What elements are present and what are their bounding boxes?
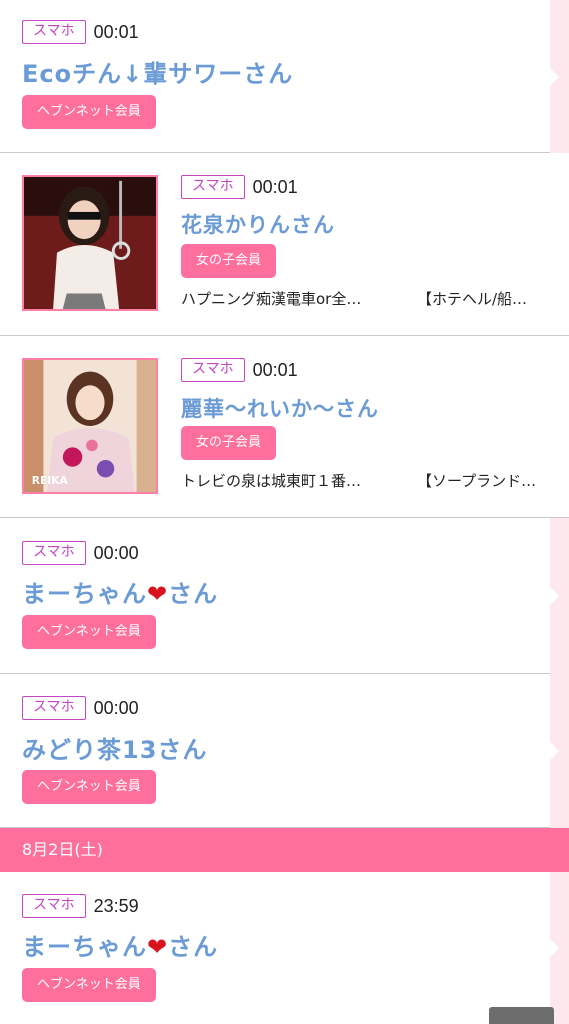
device-badge: スマホ xyxy=(22,20,86,44)
access-time: 00:01 xyxy=(93,21,139,42)
member-badge: ヘブンネット会員 xyxy=(22,968,156,1002)
access-time: 00:00 xyxy=(93,542,139,563)
list-item[interactable]: REIKA スマホ 00:01 麗華〜れいか〜さん 女の子会員 トレビの泉は城東… xyxy=(0,336,569,518)
heart-icon: ❤ xyxy=(147,933,169,961)
list-item[interactable]: スマホ 00:01 花泉かりんさん 女の子会員 ハプニング痴漢電車or全… 【ホ… xyxy=(0,153,569,336)
access-feed: スマホ 00:01 Ecoチん↓輩サワーさん ヘブンネット会員 スマホ 00:0… xyxy=(0,0,569,1024)
user-name-text: まーちゃん xyxy=(22,933,147,961)
side-strip xyxy=(550,674,569,828)
user-name-suffix: さん xyxy=(168,580,219,608)
pointer-icon xyxy=(550,587,559,605)
member-badge: 女の子会員 xyxy=(181,426,277,460)
side-strip xyxy=(550,0,569,153)
profile-description: トレビの泉は城東町１番… xyxy=(181,472,362,490)
member-badge: ヘブンネット会員 xyxy=(22,95,156,129)
device-badge: スマホ xyxy=(181,358,245,382)
profile-photo-image: REIKA xyxy=(24,360,156,492)
heart-icon: ❤ xyxy=(147,580,169,608)
pointer-icon xyxy=(550,742,559,760)
user-name-link[interactable]: Ecoチん↓輩サワーさん xyxy=(22,54,293,89)
access-time: 00:00 xyxy=(93,697,139,718)
user-name-link[interactable]: 麗華〜れいか〜さん xyxy=(181,393,379,423)
user-name-text: まーちゃん xyxy=(22,580,147,608)
profile-description: ハプニング痴漢電車or全… xyxy=(181,290,362,308)
member-badge: ヘブンネット会員 xyxy=(22,770,156,804)
profile-photo[interactable] xyxy=(22,175,158,311)
profile-photo[interactable]: REIKA xyxy=(22,358,158,494)
shop-category: 【ホテヘル/船… xyxy=(417,290,528,308)
side-strip xyxy=(550,518,569,674)
access-time: 00:01 xyxy=(252,359,298,380)
list-item[interactable]: スマホ 00:00 みどり茶13さん ヘブンネット会員 xyxy=(0,674,550,828)
user-name-link[interactable]: まーちゃん❤さん xyxy=(22,574,218,609)
thumb-caption: REIKA xyxy=(32,474,69,487)
user-name-link[interactable]: まーちゃん❤さん xyxy=(22,927,218,962)
scroll-top-button[interactable] xyxy=(489,1007,554,1024)
list-item[interactable]: スマホ 23:59 まーちゃん❤さん ヘブンネット会員 xyxy=(0,872,550,1024)
pointer-icon xyxy=(550,939,559,957)
date-header: 8月2日(土) xyxy=(0,828,569,872)
list-item[interactable]: スマホ 00:00 まーちゃん❤さん ヘブンネット会員 xyxy=(0,518,550,674)
user-name-link[interactable]: 花泉かりんさん xyxy=(181,209,335,239)
member-badge: ヘブンネット会員 xyxy=(22,615,156,649)
profile-photo-image xyxy=(24,177,156,309)
access-time: 23:59 xyxy=(93,895,139,916)
pointer-icon xyxy=(550,67,559,86)
member-badge: 女の子会員 xyxy=(181,244,277,278)
user-name-link[interactable]: みどり茶13さん xyxy=(22,730,207,765)
device-badge: スマホ xyxy=(22,696,86,720)
shop-category: 【ソープランド… xyxy=(417,472,537,490)
device-badge: スマホ xyxy=(22,894,86,918)
access-time: 00:01 xyxy=(252,176,298,197)
device-badge: スマホ xyxy=(22,541,86,565)
list-item[interactable]: スマホ 00:01 Ecoチん↓輩サワーさん ヘブンネット会員 xyxy=(0,0,550,153)
device-badge: スマホ xyxy=(181,175,245,199)
user-name-suffix: さん xyxy=(168,933,219,961)
side-strip xyxy=(550,872,569,1024)
